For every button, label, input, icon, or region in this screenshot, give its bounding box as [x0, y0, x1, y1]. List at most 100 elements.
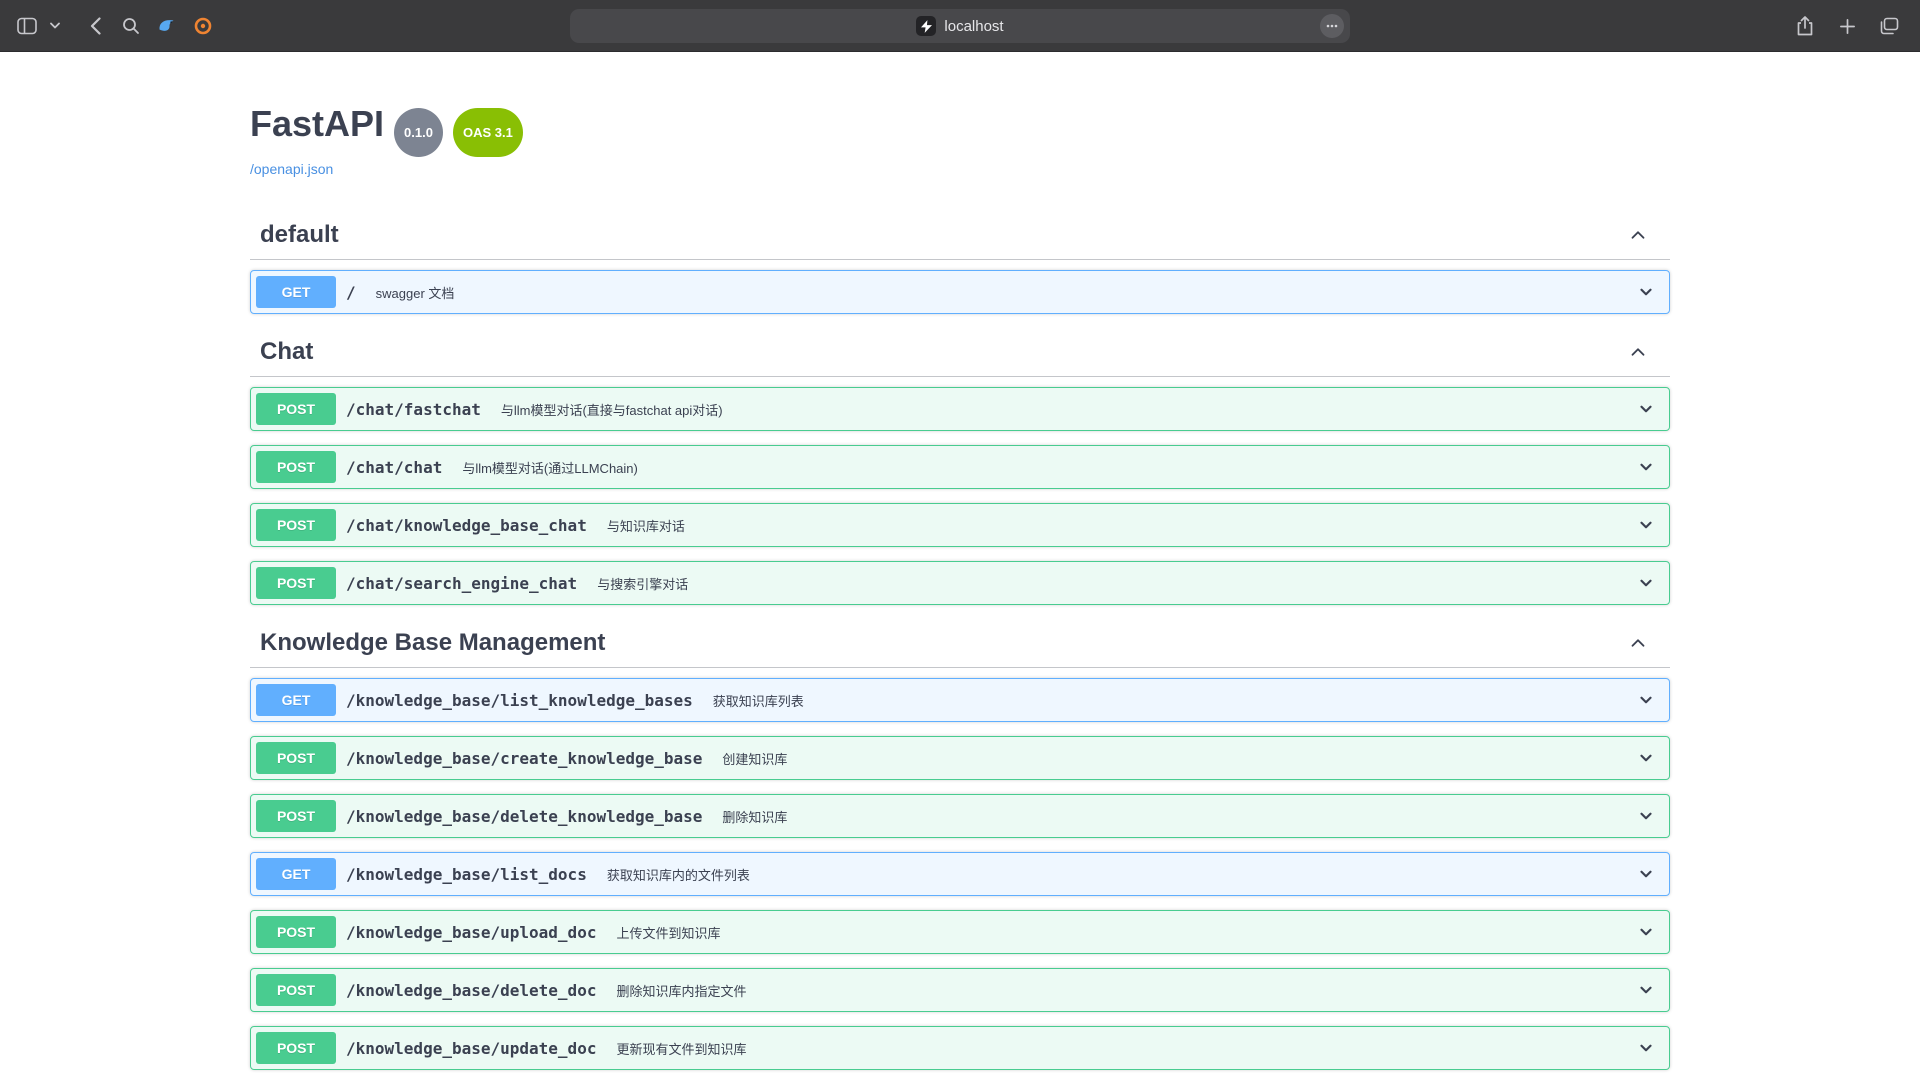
endpoint-path: /knowledge_base/create_knowledge_base	[336, 749, 712, 768]
chevron-down-icon[interactable]	[1636, 282, 1656, 302]
search-icon[interactable]	[116, 10, 146, 42]
chevron-up-icon[interactable]	[1626, 631, 1650, 655]
operation-summary[interactable]: GET /knowledge_base/list_knowledge_bases…	[251, 679, 1669, 721]
endpoint-path: /chat/knowledge_base_chat	[336, 516, 597, 535]
operation-row[interactable]: POST /knowledge_base/create_knowledge_ba…	[250, 736, 1670, 780]
endpoint-path: /chat/search_engine_chat	[336, 574, 587, 593]
endpoint-path: /chat/fastchat	[336, 400, 491, 419]
toolbar-left-group	[0, 10, 218, 42]
section-operations: GET / swagger 文档	[250, 260, 1670, 314]
chevron-down-icon[interactable]	[1636, 806, 1656, 826]
http-method-badge: POST	[256, 916, 336, 948]
chevron-down-icon[interactable]	[1636, 1038, 1656, 1058]
endpoint-description: 获取知识库列表	[703, 691, 1636, 710]
openapi-spec-link[interactable]: /openapi.json	[250, 161, 333, 177]
section-header[interactable]: default	[250, 211, 1670, 260]
operation-summary[interactable]: POST /knowledge_base/update_doc 更新现有文件到知…	[251, 1027, 1669, 1069]
operation-summary[interactable]: POST /chat/knowledge_base_chat 与知识库对话	[251, 504, 1669, 546]
operation-row[interactable]: POST /chat/knowledge_base_chat 与知识库对话	[250, 503, 1670, 547]
operation-summary[interactable]: POST /knowledge_base/delete_doc 删除知识库内指定…	[251, 969, 1669, 1011]
api-section: default GET / swagger 文档	[250, 211, 1670, 314]
http-method-badge: POST	[256, 1032, 336, 1064]
http-method-badge: POST	[256, 451, 336, 483]
url-text: localhost	[944, 18, 1003, 35]
http-method-badge: POST	[256, 974, 336, 1006]
chevron-down-icon[interactable]	[1636, 748, 1656, 768]
content-wrapper: FastAPI 0.1.0 OAS 3.1 /openapi.json defa…	[230, 52, 1690, 1080]
chevron-down-icon[interactable]	[1636, 573, 1656, 593]
http-method-badge: GET	[256, 684, 336, 716]
section-header[interactable]: Chat	[250, 328, 1670, 377]
operation-row[interactable]: GET / swagger 文档	[250, 270, 1670, 314]
operation-row[interactable]: POST /chat/search_engine_chat 与搜索引擎对话	[250, 561, 1670, 605]
chevron-up-icon[interactable]	[1626, 340, 1650, 364]
operation-row[interactable]: POST /knowledge_base/upload_doc 上传文件到知识库	[250, 910, 1670, 954]
address-bar[interactable]: localhost	[570, 9, 1350, 43]
endpoint-description: 与llm模型对话(通过LLMChain)	[452, 458, 1636, 477]
operation-row[interactable]: POST /chat/fastchat 与llm模型对话(直接与fastchat…	[250, 387, 1670, 431]
endpoint-description: 更新现有文件到知识库	[606, 1039, 1636, 1058]
back-button[interactable]	[80, 10, 110, 42]
chevron-down-icon[interactable]	[1636, 399, 1656, 419]
share-button[interactable]	[1790, 10, 1820, 42]
operation-row[interactable]: POST /knowledge_base/delete_doc 删除知识库内指定…	[250, 968, 1670, 1012]
endpoint-path: /	[336, 283, 366, 302]
endpoint-description: 创建知识库	[712, 749, 1636, 768]
endpoint-description: 与知识库对话	[597, 516, 1636, 535]
endpoint-description: 获取知识库内的文件列表	[597, 865, 1636, 884]
http-method-badge: POST	[256, 567, 336, 599]
api-section: Knowledge Base Management GET /knowledge…	[250, 619, 1670, 1080]
endpoint-path: /knowledge_base/list_docs	[336, 865, 597, 884]
operation-row[interactable]: POST /chat/chat 与llm模型对话(通过LLMChain)	[250, 445, 1670, 489]
endpoint-path: /knowledge_base/list_knowledge_bases	[336, 691, 703, 710]
tabs-overview-button[interactable]	[1874, 10, 1904, 42]
operation-row[interactable]: POST /knowledge_base/update_doc 更新现有文件到知…	[250, 1026, 1670, 1070]
http-method-badge: POST	[256, 393, 336, 425]
chevron-down-icon[interactable]	[1636, 457, 1656, 477]
orange-extension-icon[interactable]	[188, 10, 218, 42]
operation-summary[interactable]: POST /chat/fastchat 与llm模型对话(直接与fastchat…	[251, 388, 1669, 430]
http-method-badge: GET	[256, 858, 336, 890]
chevron-up-icon[interactable]	[1626, 223, 1650, 247]
site-favicon-icon	[916, 16, 936, 36]
operation-row[interactable]: POST /knowledge_base/delete_knowledge_ba…	[250, 794, 1670, 838]
sidebar-toggle-icon[interactable]	[12, 10, 42, 42]
endpoint-description: 删除知识库	[712, 807, 1636, 826]
section-title: Knowledge Base Management	[260, 629, 1626, 657]
endpoint-description: swagger 文档	[366, 283, 1636, 302]
section-title: Chat	[260, 338, 1626, 366]
oas-badge: OAS 3.1	[453, 108, 523, 157]
operation-summary[interactable]: POST /knowledge_base/upload_doc 上传文件到知识库	[251, 911, 1669, 953]
operation-row[interactable]: GET /knowledge_base/list_docs 获取知识库内的文件列…	[250, 852, 1670, 896]
operation-row[interactable]: GET /knowledge_base/list_knowledge_bases…	[250, 678, 1670, 722]
endpoint-path: /knowledge_base/upload_doc	[336, 923, 606, 942]
swagger-page: FastAPI 0.1.0 OAS 3.1 /openapi.json defa…	[0, 52, 1920, 1080]
section-operations: POST /chat/fastchat 与llm模型对话(直接与fastchat…	[250, 377, 1670, 605]
endpoint-path: /knowledge_base/delete_doc	[336, 981, 606, 1000]
endpoint-description: 上传文件到知识库	[606, 923, 1636, 942]
http-method-badge: POST	[256, 509, 336, 541]
operation-summary[interactable]: GET / swagger 文档	[251, 271, 1669, 313]
chevron-down-icon[interactable]	[1636, 864, 1656, 884]
api-title: FastAPI 0.1.0 OAS 3.1	[250, 102, 1670, 157]
api-sections: default GET / swagger 文档 Chat POST /ch	[250, 211, 1670, 1080]
page-menu-ellipsis-icon[interactable]	[1320, 14, 1344, 38]
section-header[interactable]: Knowledge Base Management	[250, 619, 1670, 668]
blue-extension-icon[interactable]	[152, 10, 182, 42]
operation-summary[interactable]: GET /knowledge_base/list_docs 获取知识库内的文件列…	[251, 853, 1669, 895]
chevron-down-icon[interactable]	[1636, 922, 1656, 942]
endpoint-path: /chat/chat	[336, 458, 452, 477]
section-title: default	[260, 221, 1626, 249]
chevron-down-icon[interactable]	[1636, 980, 1656, 1000]
endpoint-description: 与搜索引擎对话	[587, 574, 1636, 593]
chevron-down-icon[interactable]	[1636, 515, 1656, 535]
chevron-down-icon[interactable]	[1636, 690, 1656, 710]
http-method-badge: POST	[256, 800, 336, 832]
sidebar-chevron-down-icon[interactable]	[48, 10, 62, 42]
operation-summary[interactable]: POST /knowledge_base/create_knowledge_ba…	[251, 737, 1669, 779]
operation-summary[interactable]: POST /chat/search_engine_chat 与搜索引擎对话	[251, 562, 1669, 604]
new-tab-button[interactable]	[1832, 10, 1862, 42]
endpoint-path: /knowledge_base/delete_knowledge_base	[336, 807, 712, 826]
operation-summary[interactable]: POST /chat/chat 与llm模型对话(通过LLMChain)	[251, 446, 1669, 488]
operation-summary[interactable]: POST /knowledge_base/delete_knowledge_ba…	[251, 795, 1669, 837]
